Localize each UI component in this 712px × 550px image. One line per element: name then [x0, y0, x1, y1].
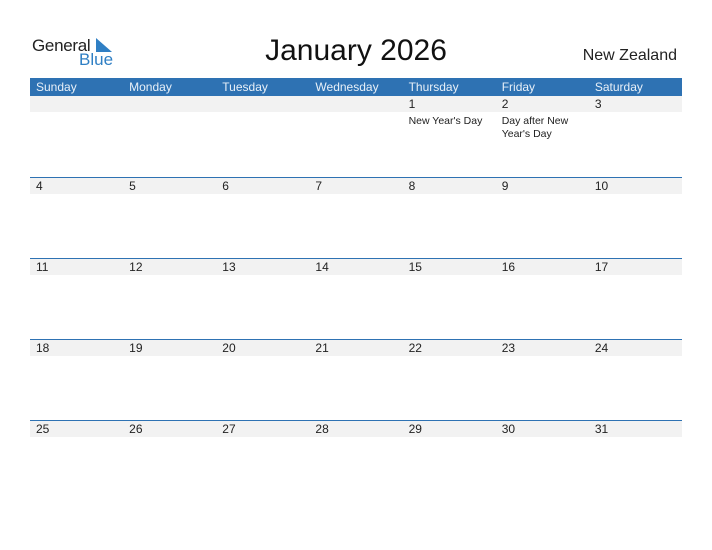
date-strip: 25 26 27 28 29 30 31: [30, 421, 682, 437]
event-area: [30, 194, 682, 197]
holiday-label: [589, 194, 682, 197]
day-number: 9: [501, 179, 509, 193]
holiday-label: [216, 194, 309, 197]
week-row: 4 5 6 7 8 9 10: [30, 177, 682, 258]
holiday-label: New Year's Day: [408, 115, 483, 127]
holiday-label: [403, 275, 496, 278]
weekday-wednesday: Wednesday: [315, 80, 379, 94]
holiday-label: [589, 356, 682, 359]
holiday-label: [589, 112, 682, 141]
holiday-label: [30, 194, 123, 197]
holiday-label: [589, 437, 682, 440]
holiday-label: [123, 356, 216, 359]
holiday-label: [216, 437, 309, 440]
weekday-monday: Monday: [129, 80, 172, 94]
holiday-label: [30, 275, 123, 278]
day-number: 23: [501, 341, 516, 355]
holiday-label: [496, 437, 589, 440]
date-strip: 1 2 3: [30, 96, 682, 112]
holiday-label: [403, 194, 496, 197]
day-number: 18: [36, 341, 50, 355]
day-number: 26: [129, 422, 143, 436]
weekday-header: Sunday Monday Tuesday Wednesday Thursday Frid…: [30, 78, 682, 96]
date-strip: 4 5 6 7 8 9 10: [30, 178, 682, 194]
day-number: 2: [501, 97, 509, 111]
day-number: 5: [129, 179, 136, 193]
holiday-label: [496, 356, 589, 359]
day-number: 29: [408, 422, 422, 436]
holiday-label: [30, 356, 123, 359]
day-number: 31: [594, 422, 609, 436]
holiday-label: [30, 112, 123, 141]
holiday-label: [309, 437, 402, 440]
day-number: 15: [408, 260, 422, 274]
holiday-label: [309, 356, 402, 359]
holiday-label: [123, 437, 216, 440]
day-number: 13: [222, 260, 236, 274]
day-number: 25: [36, 422, 50, 436]
day-number: 24: [594, 341, 609, 355]
day-number: 11: [36, 260, 49, 274]
holiday-label: [309, 112, 402, 141]
day-number: 4: [36, 179, 43, 193]
day-number: 1: [408, 97, 416, 111]
holiday-label: [589, 275, 682, 278]
day-number: 14: [315, 260, 329, 274]
day-number: [123, 96, 216, 112]
holiday-label: [216, 112, 309, 141]
country-label: New Zealand: [582, 47, 677, 64]
day-number: [309, 96, 402, 112]
holiday-label: [123, 112, 216, 141]
day-number: 7: [315, 179, 323, 193]
holiday-label: [496, 194, 589, 197]
weekday-thursday: Thursday: [408, 80, 459, 94]
holiday-label: [216, 275, 309, 278]
holiday-label: [496, 275, 589, 278]
holiday-label: [30, 437, 123, 440]
week-row: 25 26 27 28 29 30 31: [30, 420, 682, 501]
day-number: 8: [408, 179, 416, 193]
day-number: 19: [129, 341, 143, 355]
weekday-friday: Friday: [501, 80, 536, 94]
event-area: [30, 275, 682, 278]
holiday-label: [403, 356, 496, 359]
weekday-sunday: Sunday: [36, 80, 77, 94]
holiday-label: Day after New Year's Day: [501, 115, 569, 140]
week-row: 18 19 20 21 22 23 24: [30, 339, 682, 420]
day-number: 30: [501, 422, 516, 436]
holiday-label: [123, 194, 216, 197]
date-strip: 18 19 20 21 22 23 24: [30, 340, 682, 356]
day-number: 10: [594, 179, 609, 193]
day-number: 28: [315, 422, 329, 436]
day-number: 16: [501, 260, 516, 274]
day-number: 22: [408, 341, 422, 355]
day-number: [216, 96, 309, 112]
day-number: [30, 96, 123, 112]
holiday-label: [309, 275, 402, 278]
weekday-saturday: Saturday: [594, 80, 643, 94]
event-area: [30, 356, 682, 359]
week-row: 1 2 3 New Year's Day Day after New Year's Da…: [30, 96, 682, 177]
day-number: 12: [129, 260, 143, 274]
holiday-label: [216, 356, 309, 359]
event-area: [30, 437, 682, 440]
calendar-grid: Sunday Monday Tuesday Wednesday Thursday Frid…: [30, 78, 682, 501]
day-number: 3: [594, 97, 602, 111]
event-area: New Year's Day Day after New Year's Day: [30, 112, 682, 141]
date-strip: 11 12 13 14 15 16 17: [30, 259, 682, 275]
holiday-label: [403, 437, 496, 440]
weekday-tuesday: Tuesday: [222, 80, 268, 94]
holiday-label: [123, 275, 216, 278]
day-number: 20: [222, 341, 236, 355]
day-number: 17: [594, 260, 609, 274]
week-row: 11 12 13 14 15 16 17: [30, 258, 682, 339]
day-number: 6: [222, 179, 229, 193]
holiday-label: [309, 194, 402, 197]
day-number: 21: [315, 341, 329, 355]
day-number: 27: [222, 422, 236, 436]
